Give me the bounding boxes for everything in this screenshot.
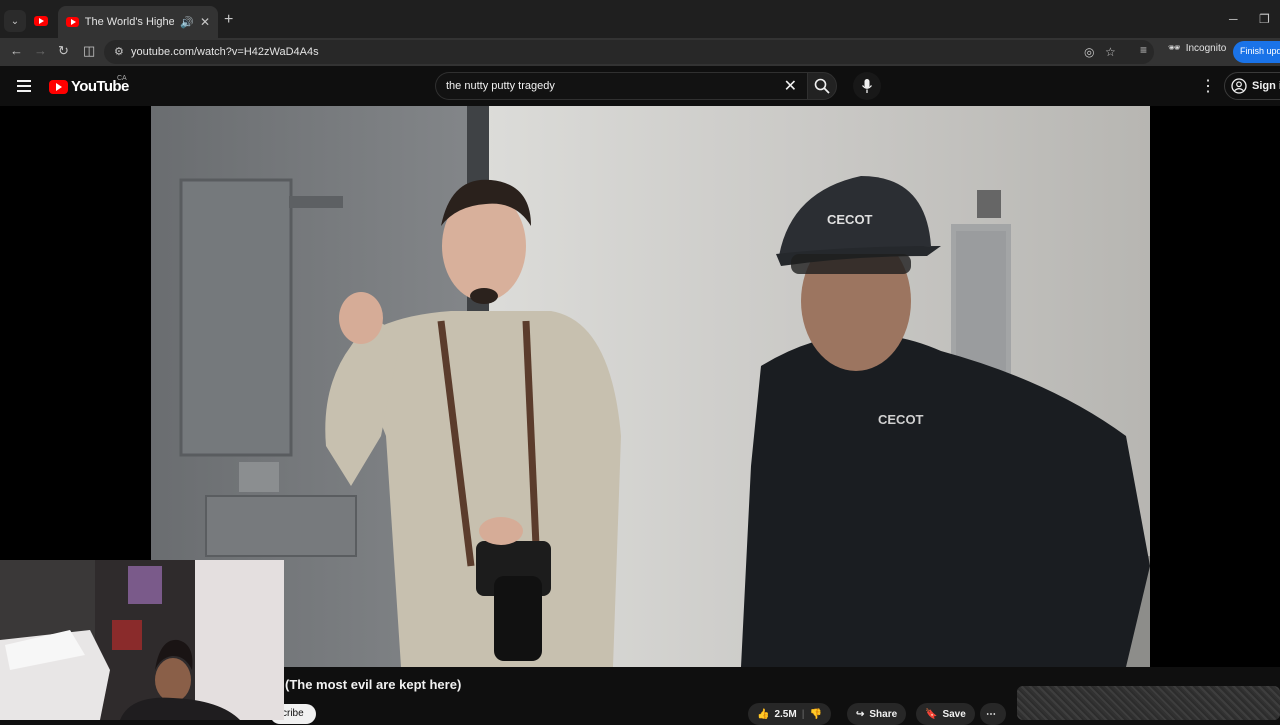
country-code: CA bbox=[117, 75, 127, 82]
incognito-icon: 🕶 bbox=[1168, 43, 1181, 54]
youtube-favicon-icon bbox=[34, 16, 48, 26]
browser-toolbar: ← → ↻ ◫ ⚙ youtube.com/watch?v=H42zWaD4A4… bbox=[0, 38, 1280, 66]
share-icon: ↪ bbox=[856, 708, 865, 720]
shirt-logo-text: CECOT bbox=[878, 412, 924, 427]
dislike-icon[interactable]: 👎 bbox=[810, 709, 822, 720]
bookmark-star-icon[interactable]: ☆ bbox=[1105, 45, 1116, 59]
clear-search-icon[interactable]: ✕ bbox=[784, 76, 797, 96]
site-info-icon[interactable]: ⚙ bbox=[114, 45, 124, 58]
save-label: Save bbox=[942, 708, 966, 720]
like-icon: 👍 bbox=[757, 708, 770, 720]
search-button[interactable] bbox=[807, 72, 837, 100]
search-query[interactable]: the nutty putty tragedy bbox=[446, 80, 555, 92]
like-count: 2.5M bbox=[774, 708, 797, 720]
incognito-label: Incognito bbox=[1185, 43, 1227, 54]
blurred-region bbox=[1017, 686, 1280, 720]
share-button[interactable]: ↪ Share bbox=[847, 703, 907, 725]
browser-tab-strip: ⌄ The World's Highest Security 🔊 ✕ + ─ ❐ bbox=[0, 0, 1280, 38]
finish-update-button[interactable]: Finish update bbox=[1233, 41, 1280, 63]
url-text[interactable]: youtube.com/watch?v=H42zWaD4A4s bbox=[131, 46, 319, 58]
back-icon[interactable]: ← bbox=[10, 43, 23, 58]
save-icon: 🔖 bbox=[925, 708, 938, 720]
sign-in-button[interactable]: Sign in bbox=[1224, 72, 1280, 100]
more-icon: ⋯ bbox=[986, 708, 996, 720]
reload-icon[interactable]: ↻ bbox=[58, 43, 69, 59]
voice-search-button[interactable] bbox=[853, 72, 881, 100]
save-button[interactable]: 🔖 Save bbox=[916, 703, 975, 725]
share-label: Share bbox=[869, 708, 898, 720]
search-icon bbox=[814, 78, 830, 94]
search-input[interactable]: the nutty putty tragedy ✕ bbox=[435, 72, 807, 100]
minimize-icon[interactable]: ─ bbox=[1229, 12, 1238, 26]
active-tab[interactable]: The World's Highest Security 🔊 ✕ bbox=[58, 6, 218, 38]
youtube-masthead: YouTube CA the nutty putty tragedy ✕ ⋮ S… bbox=[0, 66, 1280, 106]
account-circle-icon bbox=[1231, 78, 1247, 94]
incognito-indicator[interactable]: 🕶 Incognito bbox=[1168, 43, 1226, 54]
settings-kebab-icon[interactable]: ⋮ bbox=[1200, 76, 1216, 96]
reading-list-icon[interactable]: ≡ bbox=[1140, 43, 1147, 57]
restore-icon[interactable]: ❐ bbox=[1259, 12, 1270, 26]
cap-logo-text: CECOT bbox=[827, 212, 873, 227]
menu-icon[interactable] bbox=[17, 80, 31, 92]
more-actions-button[interactable]: ⋯ bbox=[980, 703, 1006, 725]
new-tab-icon[interactable]: + bbox=[224, 11, 233, 29]
like-button[interactable]: 👍 2.5M | 👎 bbox=[748, 703, 831, 725]
video-player[interactable]: CECOT CECOT bbox=[151, 106, 1150, 667]
video-title: (The most evil are kept here) bbox=[285, 677, 462, 692]
microphone-icon bbox=[861, 79, 873, 93]
tracking-protection-eye-icon[interactable]: ◎ bbox=[1084, 45, 1094, 59]
youtube-play-logo-icon bbox=[49, 79, 68, 94]
address-bar[interactable]: ⚙ youtube.com/watch?v=H42zWaD4A4s ◎ ☆ bbox=[104, 40, 1154, 64]
tab-title: The World's Highest Security bbox=[84, 16, 175, 28]
webcam-feed bbox=[0, 560, 284, 720]
video-frame: CECOT CECOT bbox=[151, 106, 1150, 667]
tab-search-chevron-icon[interactable]: ⌄ bbox=[4, 10, 26, 32]
sign-in-label: Sign in bbox=[1252, 80, 1280, 92]
pinned-youtube-tab[interactable] bbox=[31, 11, 51, 31]
forward-icon[interactable]: → bbox=[34, 43, 47, 58]
side-panel-icon[interactable]: ◫ bbox=[83, 43, 95, 59]
youtube-favicon-icon bbox=[66, 17, 79, 27]
webcam-overlay bbox=[0, 560, 284, 720]
tab-audio-icon[interactable]: 🔊 bbox=[180, 16, 194, 29]
tab-close-icon[interactable]: ✕ bbox=[200, 15, 210, 29]
